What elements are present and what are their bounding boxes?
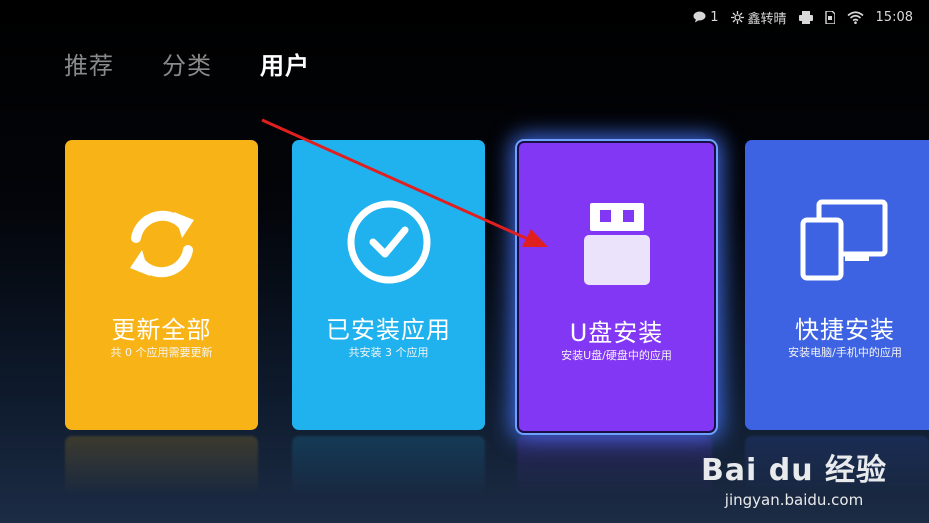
card-reflection xyxy=(292,436,485,496)
usb-drive-icon xyxy=(519,201,714,287)
message-indicator: 1 xyxy=(693,9,719,25)
devices-icon xyxy=(745,198,929,284)
sd-card-icon xyxy=(824,10,835,24)
clock-time: 15:08 xyxy=(875,9,913,25)
network-name: 鑫转晴 xyxy=(747,11,787,27)
watermark-url: jingyan.baidu.com xyxy=(724,491,864,509)
printer-icon xyxy=(798,10,813,24)
tab-category[interactable]: 分类 xyxy=(162,46,212,81)
tab-recommend[interactable]: 推荐 xyxy=(64,46,114,81)
refresh-icon xyxy=(65,198,258,290)
quick-install-card[interactable]: 快捷安装 安装电脑/手机中的应用 xyxy=(745,140,929,430)
card-subtitle: 共安装 3 个应用 xyxy=(348,346,429,359)
card-title: 更新全部 xyxy=(111,316,212,344)
card-title: U盘安装 xyxy=(569,319,664,347)
card-subtitle: 安装U盘/硬盘中的应用 xyxy=(561,349,672,362)
card-subtitle: 安装电脑/手机中的应用 xyxy=(788,346,902,359)
message-count: 1 xyxy=(710,9,719,25)
installed-apps-card[interactable]: 已安装应用 共安装 3 个应用 xyxy=(292,140,485,430)
card-subtitle: 共 0 个应用需要更新 xyxy=(110,346,213,359)
chat-bubble-icon xyxy=(693,11,706,23)
card-title: 快捷安装 xyxy=(795,316,895,344)
card-title: 已安装应用 xyxy=(326,316,451,344)
watermark-logo: Bai du 经验 xyxy=(700,453,888,488)
network-indicator: 鑫转晴 xyxy=(730,8,787,27)
wifi-icon xyxy=(847,10,864,24)
tab-user[interactable]: 用户 xyxy=(260,46,310,81)
status-bar: 1 鑫转晴 15:08 xyxy=(693,6,913,28)
checkmark-icon xyxy=(292,198,485,286)
baidu-jingyan-watermark: Bai du 经验 jingyan.baidu.com xyxy=(699,445,889,509)
network-hub-icon xyxy=(730,10,744,24)
usb-install-card[interactable]: U盘安装 安装U盘/硬盘中的应用 xyxy=(517,141,716,433)
update-all-card[interactable]: 更新全部 共 0 个应用需要更新 xyxy=(65,140,258,430)
top-tabs: 推荐 分类 用户 xyxy=(64,46,310,81)
card-reflection xyxy=(517,436,712,496)
card-reflection xyxy=(65,436,258,496)
